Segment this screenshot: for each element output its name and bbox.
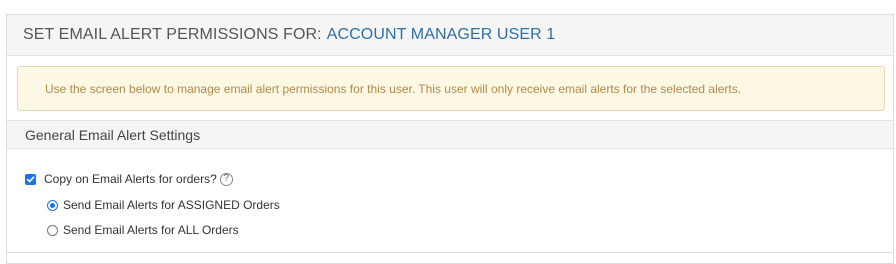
all-orders-label: Send Email Alerts for ALL Orders [63,223,239,237]
check-icon [26,175,35,182]
copy-email-alerts-checkbox[interactable] [25,173,36,185]
settings-body: Copy on Email Alerts for orders? ? Send … [7,149,893,253]
assigned-orders-label: Send Email Alerts for ASSIGNED Orders [63,198,280,212]
panel-header: SET EMAIL ALERT PERMISSIONS FOR: ACCOUNT… [7,15,893,56]
section-title: General Email Alert Settings [25,126,201,143]
copy-email-alerts-row[interactable]: Copy on Email Alerts for orders? ? [25,172,233,186]
user-name-link[interactable]: ACCOUNT MANAGER USER 1 [327,26,556,44]
info-notice: Use the screen below to manage email ale… [17,66,885,111]
email-alert-permissions-panel: SET EMAIL ALERT PERMISSIONS FOR: ACCOUNT… [6,14,894,264]
page-title: SET EMAIL ALERT PERMISSIONS FOR: [23,26,322,43]
copy-email-alerts-label: Copy on Email Alerts for orders? [44,172,217,186]
info-notice-text: Use the screen below to manage email ale… [45,81,742,96]
section-header: General Email Alert Settings [7,120,893,149]
all-orders-radio[interactable] [47,224,58,236]
help-icon[interactable]: ? [219,172,233,186]
all-orders-option[interactable]: Send Email Alerts for ALL Orders [47,223,239,237]
assigned-orders-option[interactable]: Send Email Alerts for ASSIGNED Orders [47,198,280,212]
assigned-orders-radio[interactable] [47,199,58,211]
radio-selected-dot [50,202,55,208]
